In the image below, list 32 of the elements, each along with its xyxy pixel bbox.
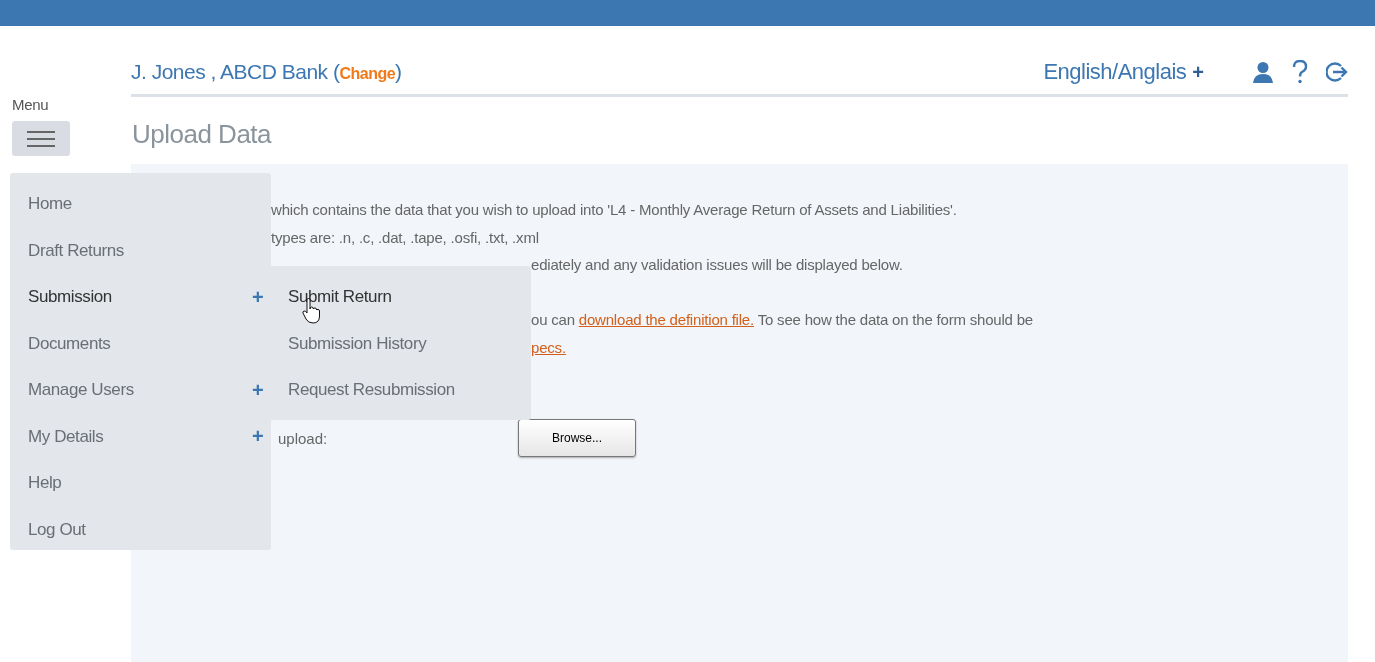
instruction-text: types are: .n, .c, .dat, .tape, .osfi, .txt, .xml (270, 227, 540, 248)
menu-item[interactable]: Draft Returns (28, 240, 124, 261)
menu-button[interactable] (12, 121, 70, 156)
menu-item[interactable]: Submission (28, 287, 112, 308)
expand-toggle[interactable]: + (252, 425, 264, 449)
submenu-item[interactable]: Submission History (271, 320, 531, 367)
submenu-item[interactable]: Request Resubmission (271, 367, 531, 414)
instruction-text: ediately and any validation issues will be displayed below. (530, 255, 904, 275)
menu-item[interactable]: Home (28, 194, 72, 215)
logout-icon[interactable] (1326, 61, 1348, 83)
user-icon[interactable] (1252, 61, 1274, 83)
menu-item[interactable]: Log Out (28, 519, 86, 540)
submenu-item[interactable]: Submit Return (271, 274, 531, 321)
menu-item[interactable]: My Details (28, 426, 104, 447)
menu-label: Menu (12, 96, 50, 113)
language-expand[interactable]: + (1192, 60, 1204, 84)
language-link[interactable]: English/Anglais (1043, 59, 1187, 85)
page-title: Upload Data (131, 118, 273, 151)
change-link[interactable]: Change (339, 65, 396, 82)
instruction-text: which contains the data that you wish to upload into 'L4 - Monthly Average Return of Assets and Liabilities'. (270, 200, 958, 220)
menu-icon (27, 130, 55, 147)
menu-item[interactable]: Manage Users (28, 380, 134, 401)
link[interactable]: pecs. (531, 338, 566, 356)
link[interactable]: download the definition file. (578, 311, 754, 328)
account-text: J. Jones , ABCD Bank (Change) (131, 60, 402, 84)
menu-item[interactable]: Documents (28, 333, 111, 354)
upload-label: upload: (278, 429, 329, 447)
menu-item[interactable]: Help (28, 473, 62, 494)
help-icon[interactable] (1292, 60, 1308, 84)
expand-toggle[interactable]: + (252, 285, 264, 309)
browse-button[interactable]: Browse... (518, 419, 636, 457)
expand-toggle[interactable]: + (252, 378, 264, 402)
